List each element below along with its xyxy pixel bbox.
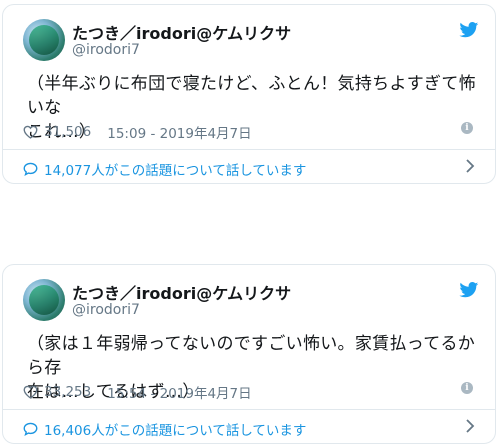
conversation-label: 16,406人がこの話題について話しています [44,423,307,439]
conversation-label: 14,077人がこの話題について話しています [44,163,307,179]
divider [3,409,495,410]
timestamp[interactable]: 15:54 - 2019年4月7日 [107,382,251,402]
tweet-text-line: （半年ぶりに布団で寝たけど、ふとん！気持ちよすぎて怖いな [27,74,476,118]
author-name[interactable]: たつき／irodori@ケムリクサ [72,20,291,44]
like-count[interactable]: 31,506 [44,124,91,140]
author-handle[interactable]: @irodori7 [72,42,140,58]
info-icon[interactable]: i [461,382,473,394]
chevron-right-icon[interactable] [465,159,475,173]
divider [3,149,495,150]
avatar-art [29,285,59,315]
heart-icon[interactable] [23,385,38,399]
tweet-card[interactable]: たつき／irodori@ケムリクサ @irodori7 （半年ぶりに布団で寝たけ… [2,4,496,184]
tweet-card[interactable]: たつき／irodori@ケムリクサ @irodori7 （家は１年弱帰ってないの… [2,264,496,444]
author-handle[interactable]: @irodori7 [72,302,140,318]
speech-bubble-icon [23,422,38,436]
tweet-meta: 31,506 15:09 - 2019年4月7日 [23,122,252,142]
speech-bubble-icon [23,162,38,176]
avatar[interactable] [23,19,65,61]
conversation-link[interactable]: 14,077人がこの話題について話しています [23,159,306,179]
avatar[interactable] [23,279,65,321]
conversation-link[interactable]: 16,406人がこの話題について話しています [23,419,306,439]
twitter-bird-icon[interactable] [459,22,479,38]
avatar-art [29,25,59,55]
chevron-right-icon[interactable] [465,419,475,433]
heart-icon[interactable] [23,125,38,139]
author-name[interactable]: たつき／irodori@ケムリクサ [72,280,291,304]
twitter-bird-icon[interactable] [459,282,479,298]
timestamp[interactable]: 15:09 - 2019年4月7日 [107,122,251,142]
tweet-text-line: （家は１年弱帰ってないのですごい怖い。家賃払ってるから存 [27,334,476,378]
tweet-meta: 33,253 15:54 - 2019年4月7日 [23,382,252,402]
info-icon[interactable]: i [461,122,473,134]
like-count[interactable]: 33,253 [44,384,91,400]
